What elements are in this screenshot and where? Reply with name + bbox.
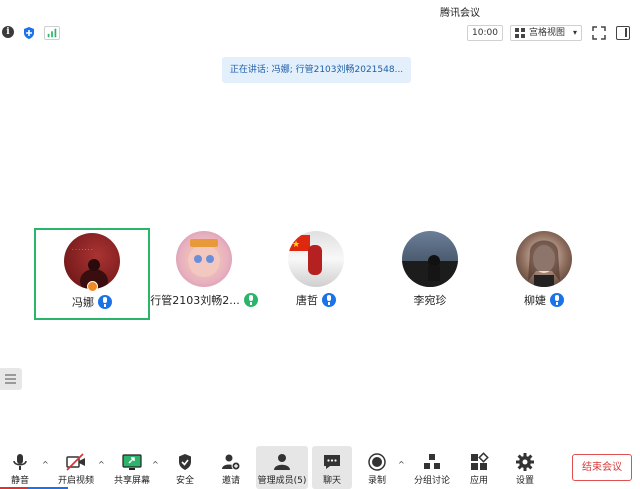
breakout-label: 分组讨论 [413, 476, 450, 486]
video-label: 开启视频 [57, 476, 94, 486]
participant-name: 柳婕 [524, 294, 546, 307]
mic-icon [243, 293, 258, 307]
security-button[interactable]: 安全 [166, 446, 204, 489]
chevron-up-icon[interactable]: ^ [398, 460, 405, 469]
participant-name: 李宛珍 [413, 294, 447, 307]
avatar [402, 231, 458, 287]
mute-label: 静音 [10, 476, 29, 486]
participant-name: 冯娜 [72, 296, 94, 309]
manage-members-label: 管理成员(5) [257, 476, 307, 486]
settings-button[interactable]: 设置 [506, 446, 544, 489]
manage-members-button[interactable]: 管理成员(5) [256, 446, 308, 489]
apps-button[interactable]: 应用 [460, 446, 498, 489]
shield-icon[interactable] [22, 26, 36, 40]
participant-tile[interactable]: · · · · · · · 冯娜 [34, 228, 150, 320]
info-icon[interactable]: i [2, 26, 14, 38]
speaking-indicator: 正在讲话: 冯娜; 行管2103刘畅2021548... [222, 57, 411, 83]
sidebar-toggle-icon[interactable] [616, 26, 630, 40]
end-meeting-button[interactable]: 结束会议 [572, 454, 632, 481]
participant-tile[interactable]: 李宛珍 [372, 228, 488, 320]
mic-icon [322, 293, 336, 307]
record-icon [368, 453, 386, 471]
apps-label: 应用 [469, 476, 488, 486]
mute-button[interactable]: 静音 [0, 446, 40, 489]
view-mode-button[interactable]: 宫格视图 ▾ [510, 25, 582, 41]
shield-icon [179, 454, 191, 470]
participant-tile[interactable]: 行管2103刘畅2... [146, 228, 262, 320]
video-button[interactable]: 开启视频 [54, 446, 98, 489]
share-screen-button[interactable]: 共享屏幕 [110, 446, 154, 489]
avatar [516, 231, 572, 287]
top-toolbar: i 10:00 宫格视图 ▾ [0, 22, 640, 46]
host-badge-icon [87, 281, 98, 292]
meeting-timer: 10:00 [467, 25, 503, 41]
mic-icon [98, 295, 112, 309]
participant-name: 唐哲 [296, 294, 318, 307]
chat-button[interactable]: 聊天 [312, 446, 352, 489]
share-screen-label: 共享屏幕 [113, 476, 150, 486]
avatar [176, 231, 232, 287]
members-icon [274, 454, 290, 470]
breakout-rooms-icon [424, 454, 440, 469]
invite-button[interactable]: 邀请 [212, 446, 250, 489]
participant-name: 行管2103刘畅2... [150, 294, 240, 307]
bottom-toolbar: 静音 ^ 开启视频 ^ 共享屏幕 ^ 安全 邀请 管理成员(5) 聊天 录制 ^… [0, 446, 640, 489]
window-title: 腾讯会议 [440, 8, 480, 19]
participant-tile[interactable]: 柳婕 [486, 228, 602, 320]
avatar: ★ [288, 231, 344, 287]
share-screen-icon [122, 454, 142, 470]
signal-icon[interactable] [44, 26, 60, 40]
chevron-down-icon: ▾ [572, 28, 577, 37]
apps-icon [471, 452, 489, 470]
chevron-up-icon[interactable]: ^ [152, 460, 159, 469]
settings-label: 设置 [515, 476, 534, 486]
microphone-icon [13, 454, 27, 470]
record-label: 录制 [367, 476, 386, 486]
camera-off-icon [66, 453, 85, 471]
chevron-up-icon[interactable]: ^ [98, 460, 105, 469]
svg-text:· · · · · · ·: · · · · · · · [72, 247, 93, 253]
security-label: 安全 [175, 476, 194, 486]
add-user-icon [222, 454, 241, 471]
breakout-button[interactable]: 分组讨论 [410, 446, 454, 489]
member-list-toggle[interactable] [0, 368, 22, 390]
chevron-up-icon[interactable]: ^ [42, 460, 49, 469]
participant-tile[interactable]: ★ 唐哲 [258, 228, 374, 320]
record-button[interactable]: 录制 [358, 446, 396, 489]
chat-label: 聊天 [322, 476, 341, 486]
svg-text:★: ★ [292, 240, 300, 250]
mic-icon [550, 293, 564, 307]
invite-label: 邀请 [221, 476, 240, 486]
view-mode-label: 宫格视图 [529, 28, 566, 38]
gear-icon [516, 453, 534, 471]
fullscreen-icon[interactable] [592, 26, 606, 40]
chat-icon [324, 455, 340, 469]
title-bar: 腾讯会议 [0, 0, 640, 22]
grid-icon [515, 28, 525, 38]
